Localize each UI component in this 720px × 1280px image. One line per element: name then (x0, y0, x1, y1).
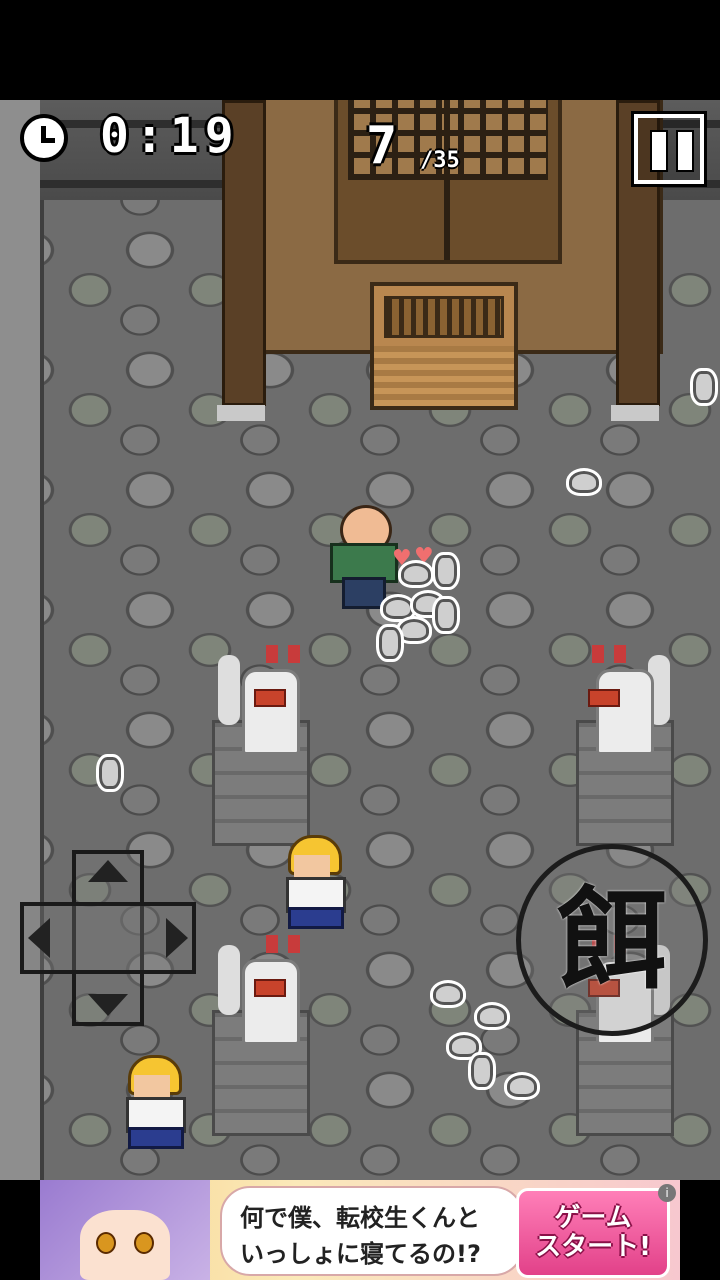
pigeon (430, 980, 466, 1008)
ad-line-1: 何で僕、転校生くんと (240, 1204, 480, 1232)
pause-icon (650, 130, 668, 172)
pigeon-count: 7 (366, 116, 398, 176)
pigeon (566, 468, 602, 496)
pigeon (376, 624, 404, 662)
ad-line-2: いっしょに寝てるの!? (240, 1240, 481, 1268)
ad-cta-line-2: スタート! (535, 1232, 651, 1262)
blonde-kid-npc (284, 835, 346, 929)
ad-speech-bubble: 何で僕、転校生くんと いっしょに寝てるの!? (220, 1186, 524, 1276)
pigeon (504, 1072, 540, 1100)
feed-button[interactable]: 餌 (516, 844, 708, 1036)
pause-icon (676, 130, 694, 172)
pause-button[interactable] (631, 111, 707, 187)
pigeon (432, 596, 460, 634)
dpad-up-icon[interactable] (88, 860, 128, 882)
ad-info-icon[interactable]: i (658, 1184, 676, 1202)
pigeon (96, 754, 124, 792)
dpad[interactable] (20, 850, 196, 1026)
pigeon-total: /35 (420, 148, 460, 173)
pigeon (690, 368, 718, 406)
blonde-kid-npc (124, 1055, 186, 1149)
status-bar (0, 0, 720, 100)
pigeon (474, 1002, 510, 1030)
fox-statue (582, 645, 670, 755)
feed-button-label: 餌 (557, 875, 667, 1004)
timer-display: 0:19 (100, 108, 240, 164)
ad-banner[interactable]: 何で僕、転校生くんと いっしょに寝てるの!? ゲーム スタート! i (0, 1180, 720, 1280)
dpad-left-icon[interactable] (28, 918, 50, 958)
ad-character-image (40, 1180, 210, 1280)
player-bald-man (330, 505, 398, 609)
ad-cta-line-1: ゲーム (554, 1203, 632, 1234)
fox-statue (218, 645, 308, 755)
fox-statue (218, 935, 308, 1045)
ad-content[interactable]: 何で僕、転校生くんと いっしょに寝てるの!? ゲーム スタート! (40, 1180, 680, 1280)
clock-icon (20, 114, 68, 162)
pigeon (398, 560, 434, 588)
dpad-right-icon[interactable] (166, 918, 188, 958)
offertory-box (370, 282, 518, 410)
ad-game-start-button[interactable]: ゲーム スタート! (516, 1188, 670, 1278)
pigeon (468, 1052, 496, 1090)
dpad-down-icon[interactable] (88, 994, 128, 1016)
pigeon (432, 552, 460, 590)
